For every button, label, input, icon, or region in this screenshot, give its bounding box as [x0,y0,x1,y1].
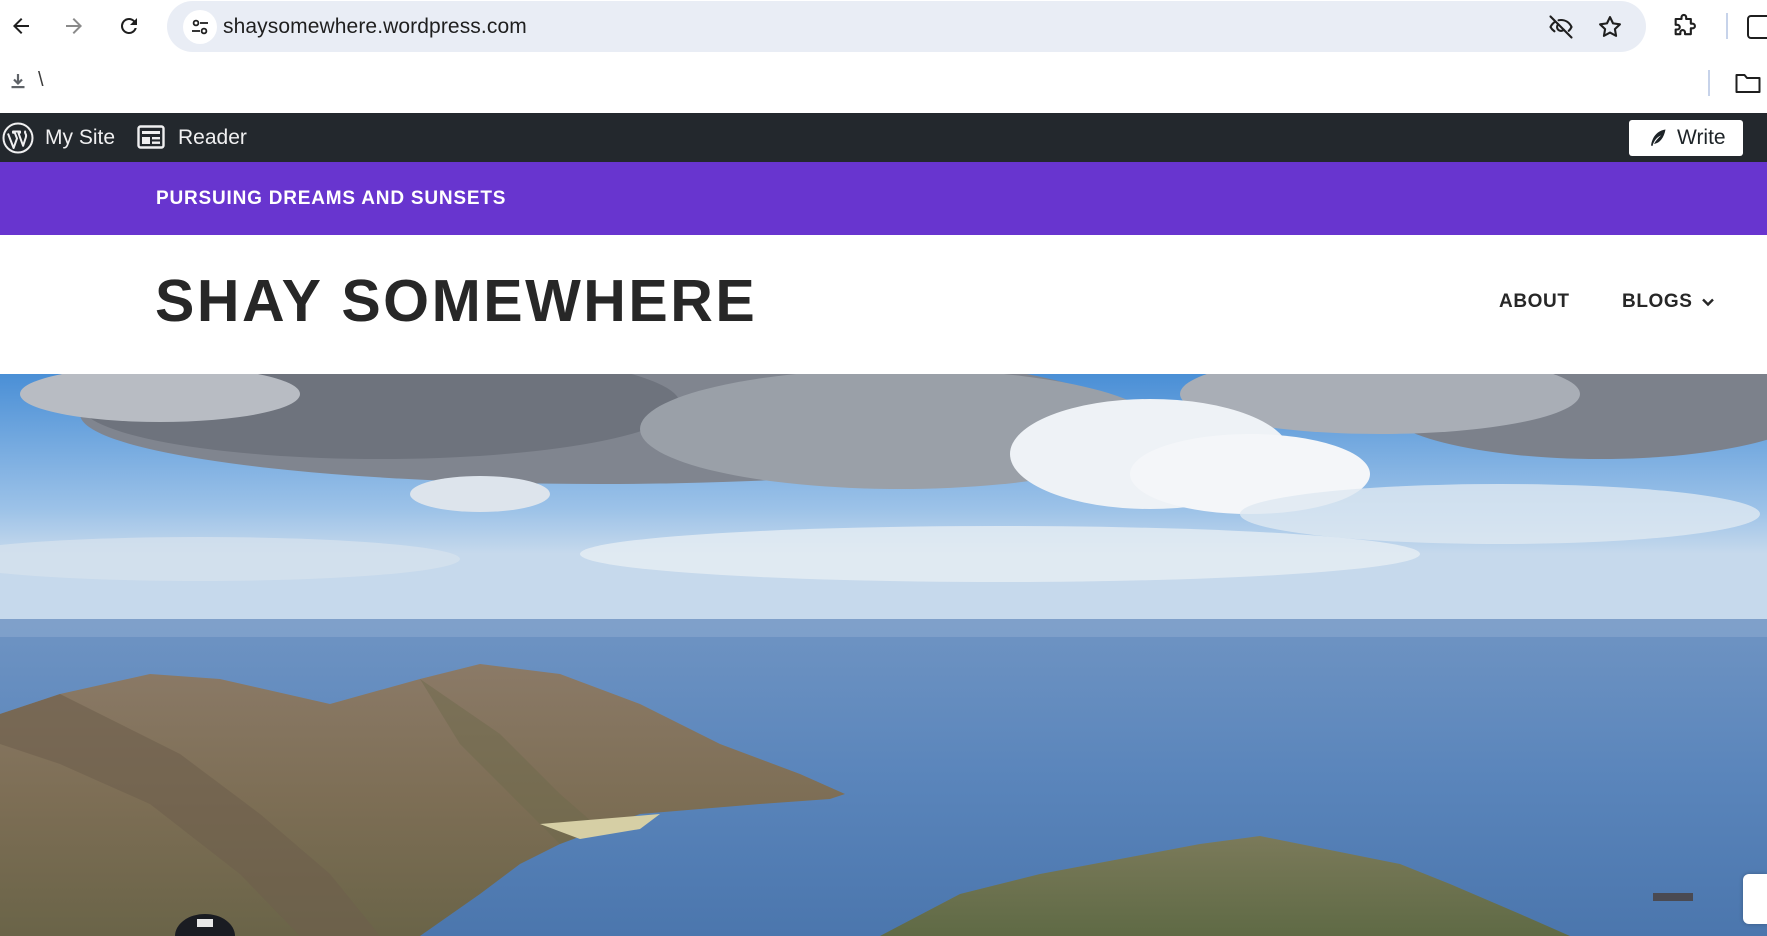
write-label: Write [1677,126,1726,149]
bookmarks-bar: \ [0,53,1767,113]
reader-link[interactable]: Reader [178,113,247,162]
url-text[interactable]: shaysomewhere.wordpress.com [223,1,527,52]
folder-icon [1735,74,1761,93]
side-panel-button[interactable] [1746,14,1767,45]
nav-blogs-label: BLOGS [1622,291,1693,312]
pen-icon [1651,129,1666,146]
tracking-protection-button[interactable] [1547,13,1575,46]
star-icon [1599,16,1621,37]
side-panel-icon [1747,15,1767,39]
reader-icon[interactable] [137,125,165,154]
nav-blogs[interactable]: BLOGS [1622,291,1715,313]
toolbar-separator [1726,13,1728,39]
site-tagline: PURSUING DREAMS AND SUNSETS [156,188,507,209]
browser-toolbar: shaysomewhere.wordpress.com [0,0,1767,53]
site-banner: PURSUING DREAMS AND SUNSETS [0,162,1767,235]
download-icon [11,74,25,89]
my-site-link[interactable]: My Site [45,113,115,162]
site-settings-icon [192,19,208,35]
scroll-widget[interactable] [1743,874,1767,924]
eye-off-icon [1549,15,1573,39]
site-header: SHAY SOMEWHERE ABOUT BLOGS [0,235,1767,374]
site-title[interactable]: SHAY SOMEWHERE [155,266,757,336]
hero-image [0,374,1767,936]
other-bookmarks-folder[interactable] [1734,70,1762,101]
download-bookmark[interactable] [8,71,28,96]
write-button[interactable]: Write [1629,120,1743,156]
bookmark-label[interactable]: \ [38,69,44,92]
bookmark-star-button[interactable] [1596,13,1624,46]
site-info-button[interactable] [183,10,217,44]
wordpress-logo-icon[interactable] [2,122,34,154]
reload-button[interactable] [111,8,147,44]
chevron-down-icon [1701,298,1714,307]
back-button[interactable] [3,8,39,44]
address-bar[interactable]: shaysomewhere.wordpress.com [167,1,1646,52]
forward-button[interactable] [56,8,92,44]
forward-arrow-icon [66,18,82,34]
extensions-icon [1674,13,1696,36]
reload-icon [120,17,137,34]
back-arrow-icon [13,18,29,34]
wp-admin-bar: My Site Reader Write [0,113,1767,162]
hero-landscape [0,374,1767,936]
extensions-button[interactable] [1671,12,1699,45]
nav-about[interactable]: ABOUT [1499,291,1570,313]
bookmarks-separator [1708,70,1710,96]
